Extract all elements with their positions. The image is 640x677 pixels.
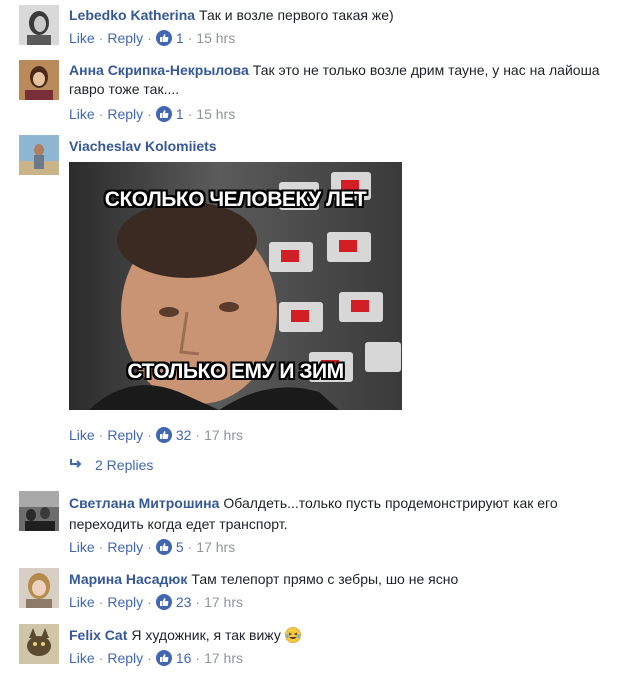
separator: ·: [195, 427, 201, 443]
comment-body: Так и возле первого такая же): [199, 7, 394, 23]
like-link[interactable]: Like: [69, 427, 95, 443]
like-count[interactable]: 1: [176, 106, 184, 122]
timestamp[interactable]: 17 hrs: [196, 539, 235, 555]
meme-image[interactable]: СКОЛЬКО ЧЕЛОВЕКУ ЛЕТ СТОЛЬКО ЕМУ И ЗИМ: [69, 162, 402, 410]
timestamp[interactable]: 15 hrs: [196, 106, 235, 122]
separator: ·: [147, 427, 152, 443]
reply-link[interactable]: Reply: [107, 594, 143, 610]
laughing-tears-emoji-icon: [284, 627, 301, 648]
separator: ·: [147, 30, 152, 46]
separator: ·: [98, 30, 104, 46]
avatar[interactable]: [19, 135, 59, 175]
like-link[interactable]: Like: [69, 539, 95, 555]
comment-author[interactable]: Felix Cat: [69, 627, 127, 643]
avatar[interactable]: [19, 624, 59, 664]
comment-author[interactable]: Светлана Митрошина: [69, 495, 219, 511]
separator: ·: [98, 650, 104, 666]
comment-actions: Like · Reply · 5 · 17 hrs: [69, 539, 235, 555]
comment-author[interactable]: Марина Насадюк: [69, 571, 187, 587]
comment-author[interactable]: Анна Скрипка-Некрылова: [69, 62, 249, 78]
comment-body: Там телепорт прямо с зебры, шо не ясно: [191, 571, 459, 587]
reply-link[interactable]: Reply: [107, 427, 143, 443]
separator: ·: [98, 427, 104, 443]
reply-link[interactable]: Reply: [107, 650, 143, 666]
separator: ·: [187, 539, 193, 555]
separator: ·: [98, 539, 104, 555]
reply-link[interactable]: Reply: [107, 539, 143, 555]
separator: ·: [147, 539, 152, 555]
like-count[interactable]: 1: [176, 30, 184, 46]
thumbs-up-icon: [155, 106, 172, 122]
comment-text: Viacheslav Kolomiiets: [69, 137, 628, 156]
like-count[interactable]: 5: [176, 539, 184, 555]
view-replies-link[interactable]: 2 Replies: [69, 457, 153, 473]
thumbs-up-icon: [155, 539, 172, 555]
timestamp[interactable]: 15 hrs: [196, 30, 235, 46]
comment-text: Felix Cat Я художник, я так вижу: [69, 626, 628, 648]
comment-actions: Like · Reply · 1 · 15 hrs: [69, 106, 235, 122]
comment-author[interactable]: Lebedko Katherina: [69, 7, 195, 23]
timestamp[interactable]: 17 hrs: [204, 594, 243, 610]
avatar[interactable]: [19, 568, 59, 608]
like-link[interactable]: Like: [69, 650, 95, 666]
meme-top-caption: СКОЛЬКО ЧЕЛОВЕКУ ЛЕТ: [104, 188, 367, 211]
comment-body: Я художник, я так вижу: [131, 627, 281, 643]
separator: ·: [195, 650, 201, 666]
timestamp[interactable]: 17 hrs: [204, 427, 243, 443]
thumbs-up-icon: [155, 650, 172, 666]
comment-text: Светлана Митрошина Обалдеть...только пуст…: [69, 493, 628, 535]
comment-actions: Like · Reply · 16 · 17 hrs: [69, 650, 243, 666]
avatar[interactable]: [19, 60, 59, 100]
comment-author[interactable]: Viacheslav Kolomiiets: [69, 138, 217, 154]
replies-label[interactable]: 2 Replies: [95, 457, 153, 473]
like-link[interactable]: Like: [69, 594, 95, 610]
separator: ·: [98, 106, 104, 122]
reply-link[interactable]: Reply: [107, 106, 143, 122]
like-count[interactable]: 16: [176, 650, 192, 666]
like-link[interactable]: Like: [69, 106, 95, 122]
meme-bottom-caption: СТОЛЬКО ЕМУ И ЗИМ: [127, 360, 344, 383]
separator: ·: [98, 594, 104, 610]
timestamp[interactable]: 17 hrs: [204, 650, 243, 666]
like-count[interactable]: 32: [176, 427, 192, 443]
comment-text: Марина Насадюк Там телепорт прямо с зебры…: [69, 570, 628, 589]
thumbs-up-icon: [155, 30, 172, 46]
separator: ·: [147, 106, 152, 122]
comment-actions: Like · Reply · 23 · 17 hrs: [69, 594, 243, 610]
separator: ·: [187, 106, 193, 122]
thumbs-up-icon: [155, 594, 172, 610]
separator: ·: [195, 594, 201, 610]
comment-actions: Like · Reply · 1 · 15 hrs: [69, 30, 235, 46]
reply-arrow-icon: [69, 457, 83, 473]
avatar[interactable]: [19, 491, 59, 531]
comment-actions: Like · Reply · 32 · 17 hrs: [69, 427, 243, 443]
thumbs-up-icon: [155, 427, 172, 443]
comment-text: Lebedko Katherina Так и возле первого так…: [69, 6, 628, 25]
like-link[interactable]: Like: [69, 30, 95, 46]
separator: ·: [187, 30, 193, 46]
separator: ·: [147, 650, 152, 666]
separator: ·: [147, 594, 152, 610]
reply-link[interactable]: Reply: [107, 30, 143, 46]
comment-text: Анна Скрипка-Некрылова Так это не только …: [69, 61, 628, 99]
avatar[interactable]: [19, 5, 59, 45]
like-count[interactable]: 23: [176, 594, 192, 610]
